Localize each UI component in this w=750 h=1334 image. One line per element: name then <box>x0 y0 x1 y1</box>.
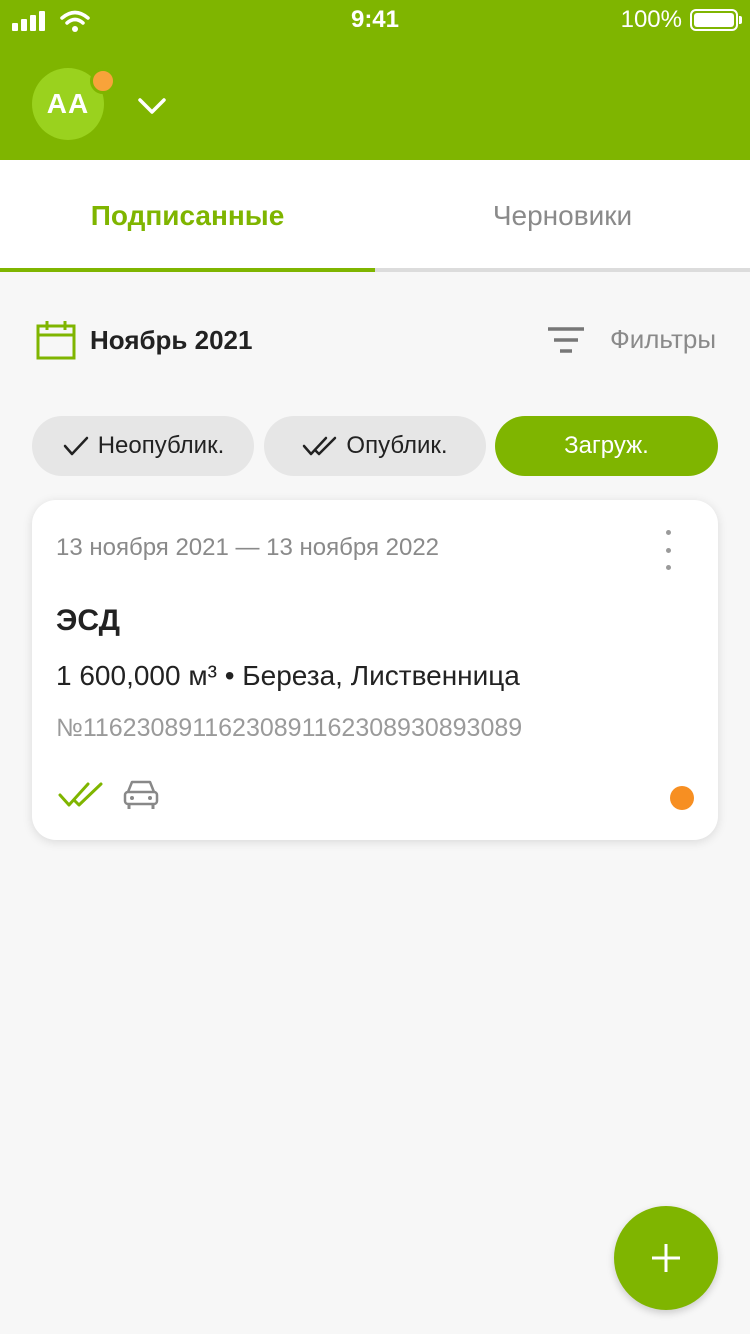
status-chips: Неопублик. Опублик. Загруж. <box>32 416 718 476</box>
period-selector[interactable]: Ноябрь 2021 <box>36 320 252 360</box>
double-check-icon <box>58 782 103 807</box>
chip-label: Загруж. <box>564 432 649 459</box>
status-bar: 9:41 100% <box>0 0 750 40</box>
plus-icon <box>652 1244 680 1272</box>
battery-icon <box>690 9 742 31</box>
filter-icon <box>547 326 584 353</box>
chip-published[interactable]: Опублик. <box>264 416 486 476</box>
chip-unpublished[interactable]: Неопублик. <box>32 416 254 476</box>
status-right: 100% <box>620 6 742 34</box>
chevron-down-icon[interactable] <box>134 88 170 124</box>
double-check-icon <box>303 436 337 456</box>
filters-label: Фильтры <box>609 324 716 354</box>
more-vertical-icon[interactable] <box>658 530 678 570</box>
add-button[interactable] <box>614 1206 718 1310</box>
car-icon <box>123 780 159 809</box>
chip-uploaded[interactable]: Загруж. <box>495 416 718 476</box>
tab-signed[interactable]: Подписанные <box>0 160 375 272</box>
period-label: Ноябрь 2021 <box>90 324 253 355</box>
status-dot <box>670 786 694 810</box>
card-date-range: 13 ноября 2021 — 13 ноября 2022 <box>56 534 440 561</box>
document-card[interactable]: 13 ноября 2021 — 13 ноября 2022 ЭСД 1 60… <box>32 500 718 840</box>
tab-drafts[interactable]: Черновики <box>375 160 750 272</box>
battery-percent: 100% <box>620 6 682 33</box>
filters-button[interactable]: Фильтры <box>547 324 716 355</box>
chip-label: Неопублик. <box>97 432 225 459</box>
tabs-bar: Подписанные Черновики <box>0 160 750 272</box>
active-tab-indicator <box>0 268 375 272</box>
card-number: №11623089116230891162308930893089 <box>56 714 523 742</box>
calendar-icon <box>36 321 76 360</box>
chip-label: Опублик. <box>346 432 448 459</box>
notification-dot <box>90 68 116 94</box>
card-volume: 1 600,000 м³ • Береза, Лиственница <box>56 660 520 691</box>
check-icon <box>63 436 88 456</box>
card-icons <box>58 778 160 812</box>
card-title: ЭСД <box>56 604 120 637</box>
app-header: 9:41 100% AA <box>0 0 750 160</box>
